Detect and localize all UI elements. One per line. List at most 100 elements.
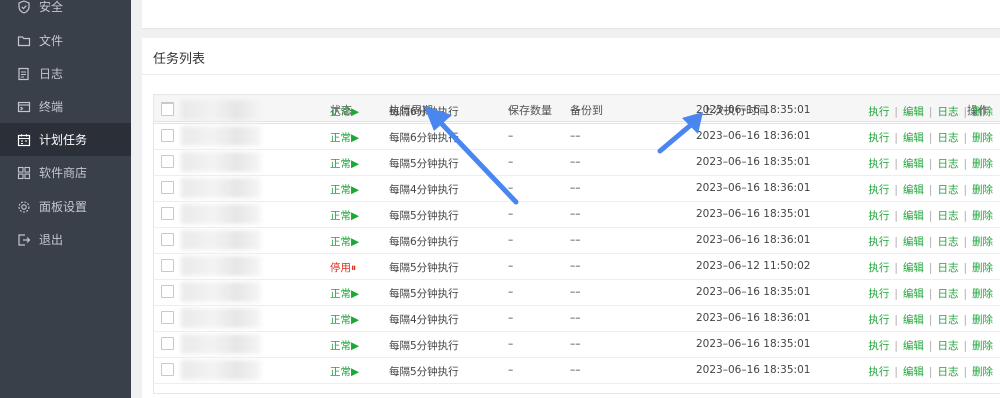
separator: |	[928, 288, 933, 300]
sidebar-item-security[interactable]: 安全	[0, 0, 131, 23]
run-link[interactable]: 执行	[868, 158, 889, 170]
status-badge[interactable]: 停用⏸	[330, 260, 356, 275]
edit-link[interactable]: 编辑	[903, 158, 924, 170]
edit-link[interactable]: 编辑	[903, 314, 924, 326]
sidebar-item-cron[interactable]: 计划任务	[0, 123, 131, 156]
delete-link[interactable]: 删除	[972, 340, 993, 352]
row-checkbox[interactable]	[161, 207, 174, 220]
delete-link[interactable]: 删除	[972, 236, 993, 248]
separator: |	[928, 236, 933, 248]
log-link[interactable]: 日志	[937, 210, 958, 222]
status-badge[interactable]: 正常▶	[330, 286, 359, 301]
log-link[interactable]: 日志	[937, 132, 958, 144]
save-count: –	[508, 338, 514, 350]
separator: |	[894, 288, 898, 300]
edit-link[interactable]: 编辑	[903, 340, 924, 352]
delete-link[interactable]: 删除	[972, 262, 993, 274]
row-checkbox[interactable]	[161, 285, 174, 298]
separator: |	[894, 262, 898, 274]
row-actions: 执行 | 编辑 | 日志 | 删除	[868, 260, 993, 275]
status-badge[interactable]: 正常▶	[330, 364, 359, 379]
row-checkbox[interactable]	[161, 155, 174, 168]
delete-link[interactable]: 删除	[972, 366, 993, 378]
sidebar-item-settings[interactable]: 面板设置	[0, 190, 131, 223]
run-link[interactable]: 执行	[868, 184, 889, 196]
log-link[interactable]: 日志	[937, 314, 958, 326]
edit-link[interactable]: 编辑	[903, 262, 924, 274]
run-link[interactable]: 执行	[868, 132, 889, 144]
separator: |	[963, 314, 967, 326]
edit-link[interactable]: 编辑	[903, 366, 924, 378]
sidebar-item-store[interactable]: 软件商店	[0, 156, 131, 189]
status-badge[interactable]: 正常▶	[330, 234, 359, 249]
edit-link[interactable]: 编辑	[903, 288, 924, 300]
backup-target: ––	[570, 130, 581, 142]
row-checkbox[interactable]	[161, 311, 174, 324]
row-checkbox[interactable]	[161, 233, 174, 246]
status-badge[interactable]: 正常▶	[330, 104, 359, 119]
run-link[interactable]: 执行	[868, 262, 889, 274]
row-checkbox[interactable]	[161, 181, 174, 194]
table-row: 正常▶ 每隔6分钟执行 – –– 2023–06–16 18:36:01 执行 | 编辑 | 日志…	[154, 123, 1000, 150]
save-count: –	[508, 234, 514, 246]
row-checkbox[interactable]	[161, 129, 174, 142]
delete-link[interactable]: 删除	[972, 106, 993, 118]
edit-link[interactable]: 编辑	[903, 184, 924, 196]
status-badge[interactable]: 正常▶	[330, 130, 359, 145]
status-badge[interactable]: 正常▶	[330, 208, 359, 223]
log-link[interactable]: 日志	[937, 184, 958, 196]
row-actions: 执行 | 编辑 | 日志 | 删除	[868, 364, 993, 379]
separator: |	[894, 106, 898, 118]
row-checkbox[interactable]	[161, 337, 174, 350]
last-run-time: 2023–06–16 18:35:01	[696, 156, 811, 168]
delete-link[interactable]: 删除	[972, 210, 993, 222]
status-badge[interactable]: 正常▶	[330, 312, 359, 327]
log-link[interactable]: 日志	[937, 288, 958, 300]
run-link[interactable]: 执行	[868, 314, 889, 326]
run-link[interactable]: 执行	[868, 210, 889, 222]
delete-link[interactable]: 删除	[972, 184, 993, 196]
delete-link[interactable]: 删除	[972, 288, 993, 300]
table-row: 正常▶ 每隔6分钟执行 – –– 2023–06–16 18:35:01 执行 | 编辑 | 日志…	[154, 97, 1000, 124]
sidebar-item-label: 终端	[39, 100, 64, 114]
edit-link[interactable]: 编辑	[903, 132, 924, 144]
last-run-time: 2023–06–16 18:36:01	[696, 312, 811, 324]
row-checkbox[interactable]	[161, 363, 174, 376]
cycle-text: 每隔6分钟执行	[389, 236, 459, 248]
row-checkbox[interactable]	[161, 103, 174, 116]
run-link[interactable]: 执行	[868, 236, 889, 248]
run-link[interactable]: 执行	[868, 288, 889, 300]
run-link[interactable]: 执行	[868, 366, 889, 378]
delete-link[interactable]: 删除	[972, 314, 993, 326]
log-link[interactable]: 日志	[937, 236, 958, 248]
separator: |	[928, 314, 933, 326]
status-badge[interactable]: 正常▶	[330, 156, 359, 171]
row-checkbox[interactable]	[161, 259, 174, 272]
separator: |	[963, 262, 967, 274]
sidebar-item-logs[interactable]: 日志	[0, 57, 131, 90]
log-link[interactable]: 日志	[937, 340, 958, 352]
sidebar-item-logout[interactable]: 退出	[0, 223, 131, 256]
task-name	[181, 126, 261, 146]
log-link[interactable]: 日志	[937, 158, 958, 170]
log-link[interactable]: 日志	[937, 262, 958, 274]
row-actions: 执行 | 编辑 | 日志 | 删除	[868, 286, 993, 301]
sidebar-item-files[interactable]: 文件	[0, 24, 131, 57]
run-link[interactable]: 执行	[868, 340, 889, 352]
edit-link[interactable]: 编辑	[903, 106, 924, 118]
log-link[interactable]: 日志	[937, 106, 958, 118]
separator: |	[963, 132, 967, 144]
edit-link[interactable]: 编辑	[903, 210, 924, 222]
delete-link[interactable]: 删除	[972, 132, 993, 144]
status-badge[interactable]: 正常▶	[330, 182, 359, 197]
save-count: –	[508, 156, 514, 168]
separator: |	[928, 184, 933, 196]
status-badge[interactable]: 正常▶	[330, 338, 359, 353]
separator: |	[894, 132, 898, 144]
sidebar-item-terminal[interactable]: 终端	[0, 90, 131, 123]
log-link[interactable]: 日志	[937, 366, 958, 378]
save-count: –	[508, 182, 514, 194]
edit-link[interactable]: 编辑	[903, 236, 924, 248]
delete-link[interactable]: 删除	[972, 158, 993, 170]
run-link[interactable]: 执行	[868, 106, 889, 118]
